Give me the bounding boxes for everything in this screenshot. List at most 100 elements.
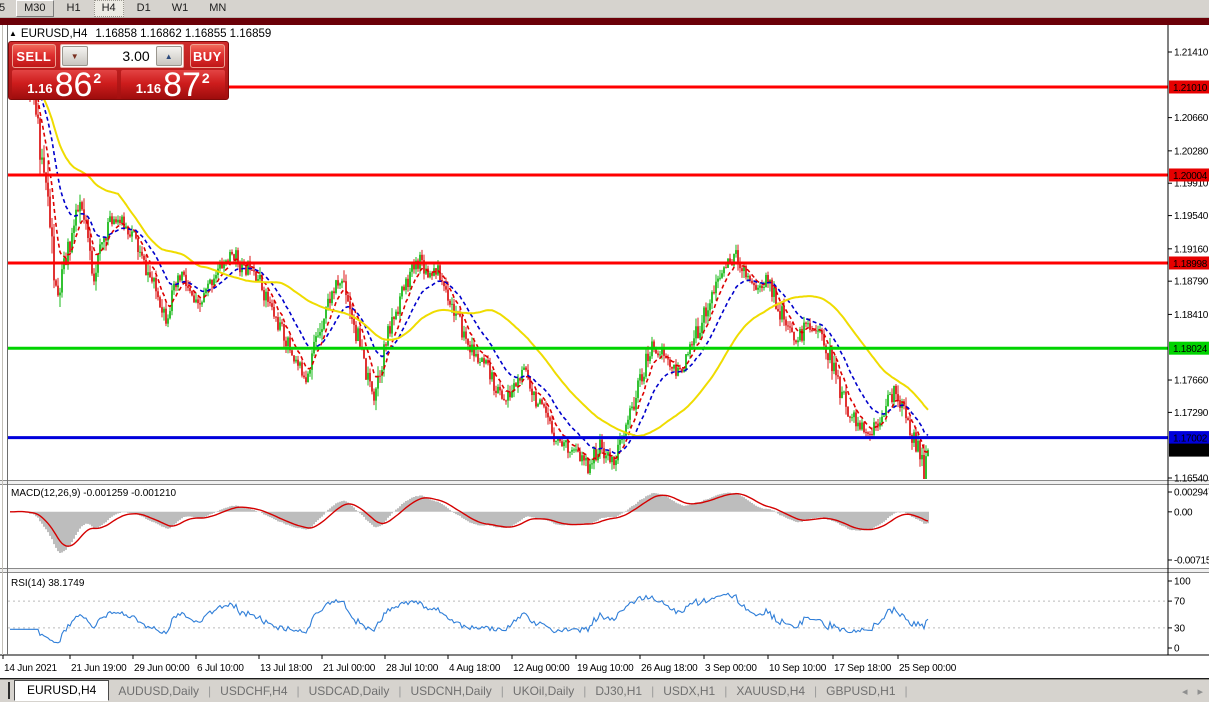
pane-separator (0, 568, 1209, 573)
price-badge: 1.18998 (1169, 256, 1209, 269)
candles-layer (9, 66, 929, 494)
tab-usdcad-daily[interactable]: USDCAD,Daily (300, 684, 399, 698)
macd-tick-label: 0.002947 (1174, 488, 1209, 499)
timeframe-toolbar: 5 M30 H1 H4 D1 W1MN (0, 0, 1209, 18)
sell-price-big: 86 (55, 72, 93, 99)
sell-price-sup: 2 (93, 70, 101, 86)
date-tick-label: 28 Jul 10:00 (386, 663, 439, 674)
pane-separator (0, 480, 1209, 485)
price-tick-label: 1.18410 (1174, 310, 1209, 321)
macd-tick-label: 0.00 (1174, 507, 1193, 518)
volume-increase-icon[interactable]: ▲ (156, 46, 182, 66)
price-badge: 1.16859 (1169, 444, 1209, 457)
price-badge: 1.18024 (1169, 342, 1209, 355)
date-tick-label: 25 Sep 00:00 (899, 663, 957, 674)
date-tick-label: 21 Jul 00:00 (323, 663, 376, 674)
timeframe-button-d1[interactable]: D1 (129, 0, 159, 17)
time-axis[interactable]: 14 Jun 202121 Jun 19:0029 Jun 00:006 Jul… (3, 655, 957, 674)
date-tick-label: 4 Aug 18:00 (449, 663, 501, 674)
tab-eurusd-h4[interactable]: EURUSD,H4 (14, 680, 109, 701)
timeframe-button-m30[interactable]: M30 (16, 0, 53, 17)
price-tick-label: 1.17660 (1174, 376, 1209, 387)
svg-text:1.21010: 1.21010 (1173, 83, 1208, 94)
tab-dj30-h1[interactable]: DJ30,H1 (586, 684, 651, 698)
tab-scroll-left-icon[interactable]: ◂ (1182, 685, 1188, 698)
volume-input[interactable]: 3.00 (88, 46, 156, 66)
rsi-tick-label: 30 (1174, 623, 1186, 634)
symbol-tab-bar: EURUSD,H4AUDUSD,Daily|USDCHF,H4|USDCAD,D… (0, 678, 1209, 702)
tab-divider: | (905, 684, 908, 698)
tabbar-left-mark (8, 682, 10, 699)
timeframe-button-w1[interactable]: W1 (164, 0, 197, 17)
mt4-terminal: { "toolbar": { "timeframes": [ {"label":… (0, 0, 1209, 702)
price-badge: 1.17002 (1169, 431, 1209, 444)
date-tick-label: 17 Sep 18:00 (834, 663, 892, 674)
macd-tick-label: -0.007153 (1174, 556, 1209, 567)
timeframe-button-mn[interactable]: MN (201, 0, 234, 17)
price-tick-label: 1.19160 (1174, 244, 1209, 255)
buy-price-display[interactable]: 1.16872 (121, 70, 226, 99)
svg-text:1.16859: 1.16859 (1173, 446, 1208, 457)
price-axis[interactable]: 1.214101.206601.202801.199101.195401.191… (0, 25, 1209, 655)
date-tick-label: 21 Jun 19:00 (71, 663, 127, 674)
price-tick-label: 1.21410 (1174, 48, 1209, 59)
svg-text:1.17002: 1.17002 (1173, 433, 1208, 444)
date-tick-label: 19 Aug 10:00 (577, 663, 634, 674)
one-click-trade-panel: SELL ▼ 3.00 ▲ BUY 1.16862 1.16872 (8, 41, 229, 100)
date-tick-label: 10 Sep 10:00 (769, 663, 827, 674)
macd-layer (10, 493, 928, 553)
price-tick-label: 1.20280 (1174, 146, 1209, 157)
buy-price-prefix: 1.16 (136, 81, 161, 96)
rsi-axis: 100 70 30 0 (1168, 577, 1191, 655)
chart-frame-outer (2, 25, 3, 655)
price-tick-label: 1.17290 (1174, 408, 1209, 419)
chart-symbol-label: EURUSD,H4 (21, 28, 87, 40)
tab-scroll-arrows: ◂ ▸ (1182, 679, 1203, 703)
price-tick-label: 1.18790 (1174, 277, 1209, 288)
timeframe-button-h1[interactable]: H1 (59, 0, 89, 17)
tab-scroll-right-icon[interactable]: ▸ (1197, 685, 1203, 698)
buy-button[interactable]: BUY (190, 44, 225, 68)
panel-collapse-icon[interactable]: ▲ (9, 29, 17, 38)
tab-usdchf-h4[interactable]: USDCHF,H4 (211, 684, 296, 698)
rsi-tick-label: 100 (1174, 577, 1191, 588)
tab-xauusd-h4[interactable]: XAUUSD,H4 (727, 684, 814, 698)
macd-axis: 0.002947 0.00 -0.007153 (1168, 488, 1209, 567)
date-tick-label: 13 Jul 18:00 (260, 663, 313, 674)
date-tick-label: 12 Aug 00:00 (513, 663, 570, 674)
svg-text:1.18024: 1.18024 (1173, 344, 1208, 355)
date-tick-label: 6 Jul 10:00 (197, 663, 244, 674)
horizontal-levels (8, 87, 1168, 438)
svg-text:1.18998: 1.18998 (1173, 259, 1208, 270)
chart-ohlc-values: 1.16858 1.16862 1.16855 1.16859 (95, 28, 271, 40)
volume-decrease-icon[interactable]: ▼ (62, 46, 88, 66)
price-tick-label: 1.20660 (1174, 113, 1209, 124)
rsi-tick-label: 70 (1174, 597, 1186, 608)
chart-title: ▲ EURUSD,H4 1.16858 1.16862 1.16855 1.1685… (9, 28, 271, 40)
buy-price-sup: 2 (202, 70, 210, 86)
rsi-tick-label: 0 (1174, 644, 1180, 655)
buy-price-big: 87 (163, 72, 201, 99)
price-badge: 1.21010 (1169, 80, 1209, 93)
date-tick-label: 26 Aug 18:00 (641, 663, 698, 674)
chart-canvas[interactable]: 1.214101.206601.202801.199101.195401.191… (0, 25, 1209, 678)
volume-stepper: ▼ 3.00 ▲ (60, 44, 184, 68)
svg-text:1.20004: 1.20004 (1173, 171, 1208, 182)
tab-ukoil-daily[interactable]: UKOil,Daily (504, 684, 583, 698)
rsi-layer (8, 593, 1168, 643)
sell-price-display[interactable]: 1.16862 (12, 70, 117, 99)
macd-histogram (10, 493, 928, 553)
date-tick-label: 3 Sep 00:00 (705, 663, 757, 674)
price-tick-label: 1.19540 (1174, 211, 1209, 222)
tab-audusd-daily[interactable]: AUDUSD,Daily (109, 684, 208, 698)
tab-usdx-h1[interactable]: USDX,H1 (654, 684, 724, 698)
sell-button[interactable]: SELL (12, 44, 56, 68)
price-badge: 1.20004 (1169, 168, 1209, 181)
timeframe-button-5[interactable]: 5 (0, 0, 11, 17)
macd-label: MACD(12,26,9) -0.001259 -0.001210 (11, 488, 177, 499)
rsi-label: RSI(14) 38.1749 (11, 578, 85, 589)
tab-usdcnh-daily[interactable]: USDCNH,Daily (401, 684, 500, 698)
tab-gbpusd-h1[interactable]: GBPUSD,H1 (817, 684, 904, 698)
timeframe-button-h4[interactable]: H4 (94, 0, 124, 17)
sell-price-prefix: 1.16 (27, 81, 52, 96)
